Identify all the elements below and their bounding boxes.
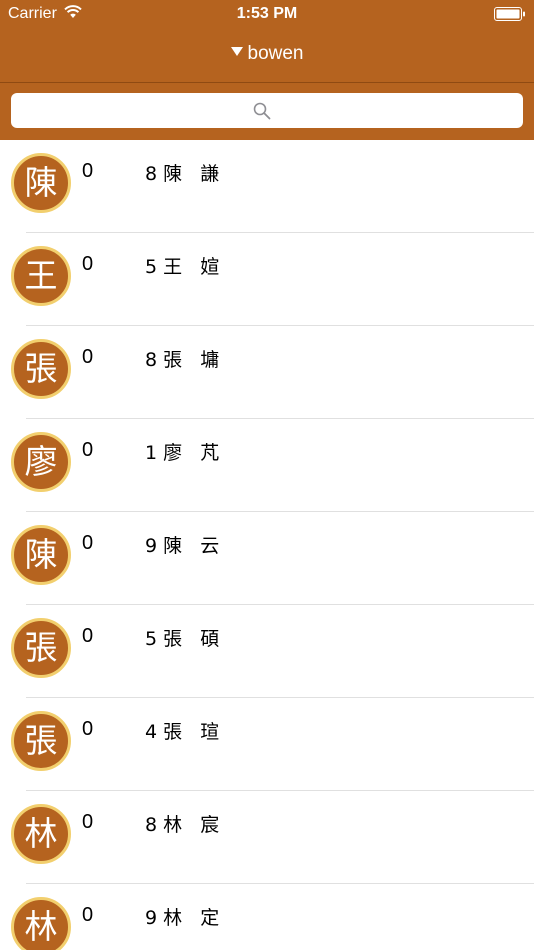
avatar: 廖 [11, 432, 71, 492]
contact-name: 9 林 定 [145, 907, 220, 929]
contact-name: 1 廖 芃 [145, 442, 220, 464]
contact-phone: 0 [82, 904, 94, 926]
avatar: 陳 [11, 525, 71, 585]
contact-name: 8 陳 謙 [145, 163, 220, 185]
contact-name: 9 陳 云 [145, 535, 220, 557]
contact-row[interactable]: 張 0 4 張 瑄 [0, 698, 534, 791]
contact-phone: 0 [82, 532, 94, 554]
contacts-screen: Carrier 1:53 PM bowen 陳 0 8 陳 謙 王 0 5 王 … [0, 0, 534, 950]
search-bar [0, 83, 534, 140]
contact-row[interactable]: 陳 0 8 陳 謙 [0, 140, 534, 233]
avatar: 張 [11, 711, 71, 771]
contact-phone: 0 [82, 718, 94, 740]
contact-row[interactable]: 張 0 5 張 碩 [0, 605, 534, 698]
contact-row[interactable]: 張 0 8 張 墉 [0, 326, 534, 419]
avatar: 張 [11, 618, 71, 678]
avatar: 張 [11, 339, 71, 399]
caret-down-icon [230, 47, 243, 57]
contact-row[interactable]: 王 0 5 王 媗 [0, 233, 534, 326]
contact-name: 5 王 媗 [145, 256, 220, 278]
search-icon [253, 102, 271, 120]
avatar: 林 [11, 897, 71, 950]
contact-phone: 0 [82, 160, 94, 182]
contact-phone: 0 [82, 439, 94, 461]
contact-name: 8 林 宸 [145, 814, 220, 836]
clock: 1:53 PM [236, 5, 298, 22]
avatar: 王 [11, 246, 71, 306]
contact-name: 8 張 墉 [145, 349, 220, 371]
avatar: 陳 [11, 153, 71, 213]
contact-row[interactable]: 陳 0 9 陳 云 [0, 512, 534, 605]
avatar: 林 [11, 804, 71, 864]
contact-phone: 0 [82, 346, 94, 368]
battery-icon [494, 7, 525, 21]
contact-name: 4 張 瑄 [145, 721, 220, 743]
group-selector[interactable]: bowen [0, 43, 534, 65]
contact-list: 陳 0 8 陳 謙 王 0 5 王 媗 張 0 8 張 墉 廖 0 1 廖 芃 … [0, 140, 534, 950]
contact-phone: 0 [82, 253, 94, 275]
contact-phone: 0 [82, 811, 94, 833]
contact-name: 5 張 碩 [145, 628, 220, 650]
contact-row[interactable]: 廖 0 1 廖 芃 [0, 419, 534, 512]
status-bar: Carrier 1:53 PM [0, 0, 534, 28]
nav-title: bowen [247, 43, 304, 64]
contact-phone: 0 [82, 625, 94, 647]
contact-row[interactable]: 林 0 8 林 宸 [0, 791, 534, 884]
navigation-bar: bowen [0, 28, 534, 83]
contact-row[interactable]: 林 0 9 林 定 [0, 884, 534, 950]
